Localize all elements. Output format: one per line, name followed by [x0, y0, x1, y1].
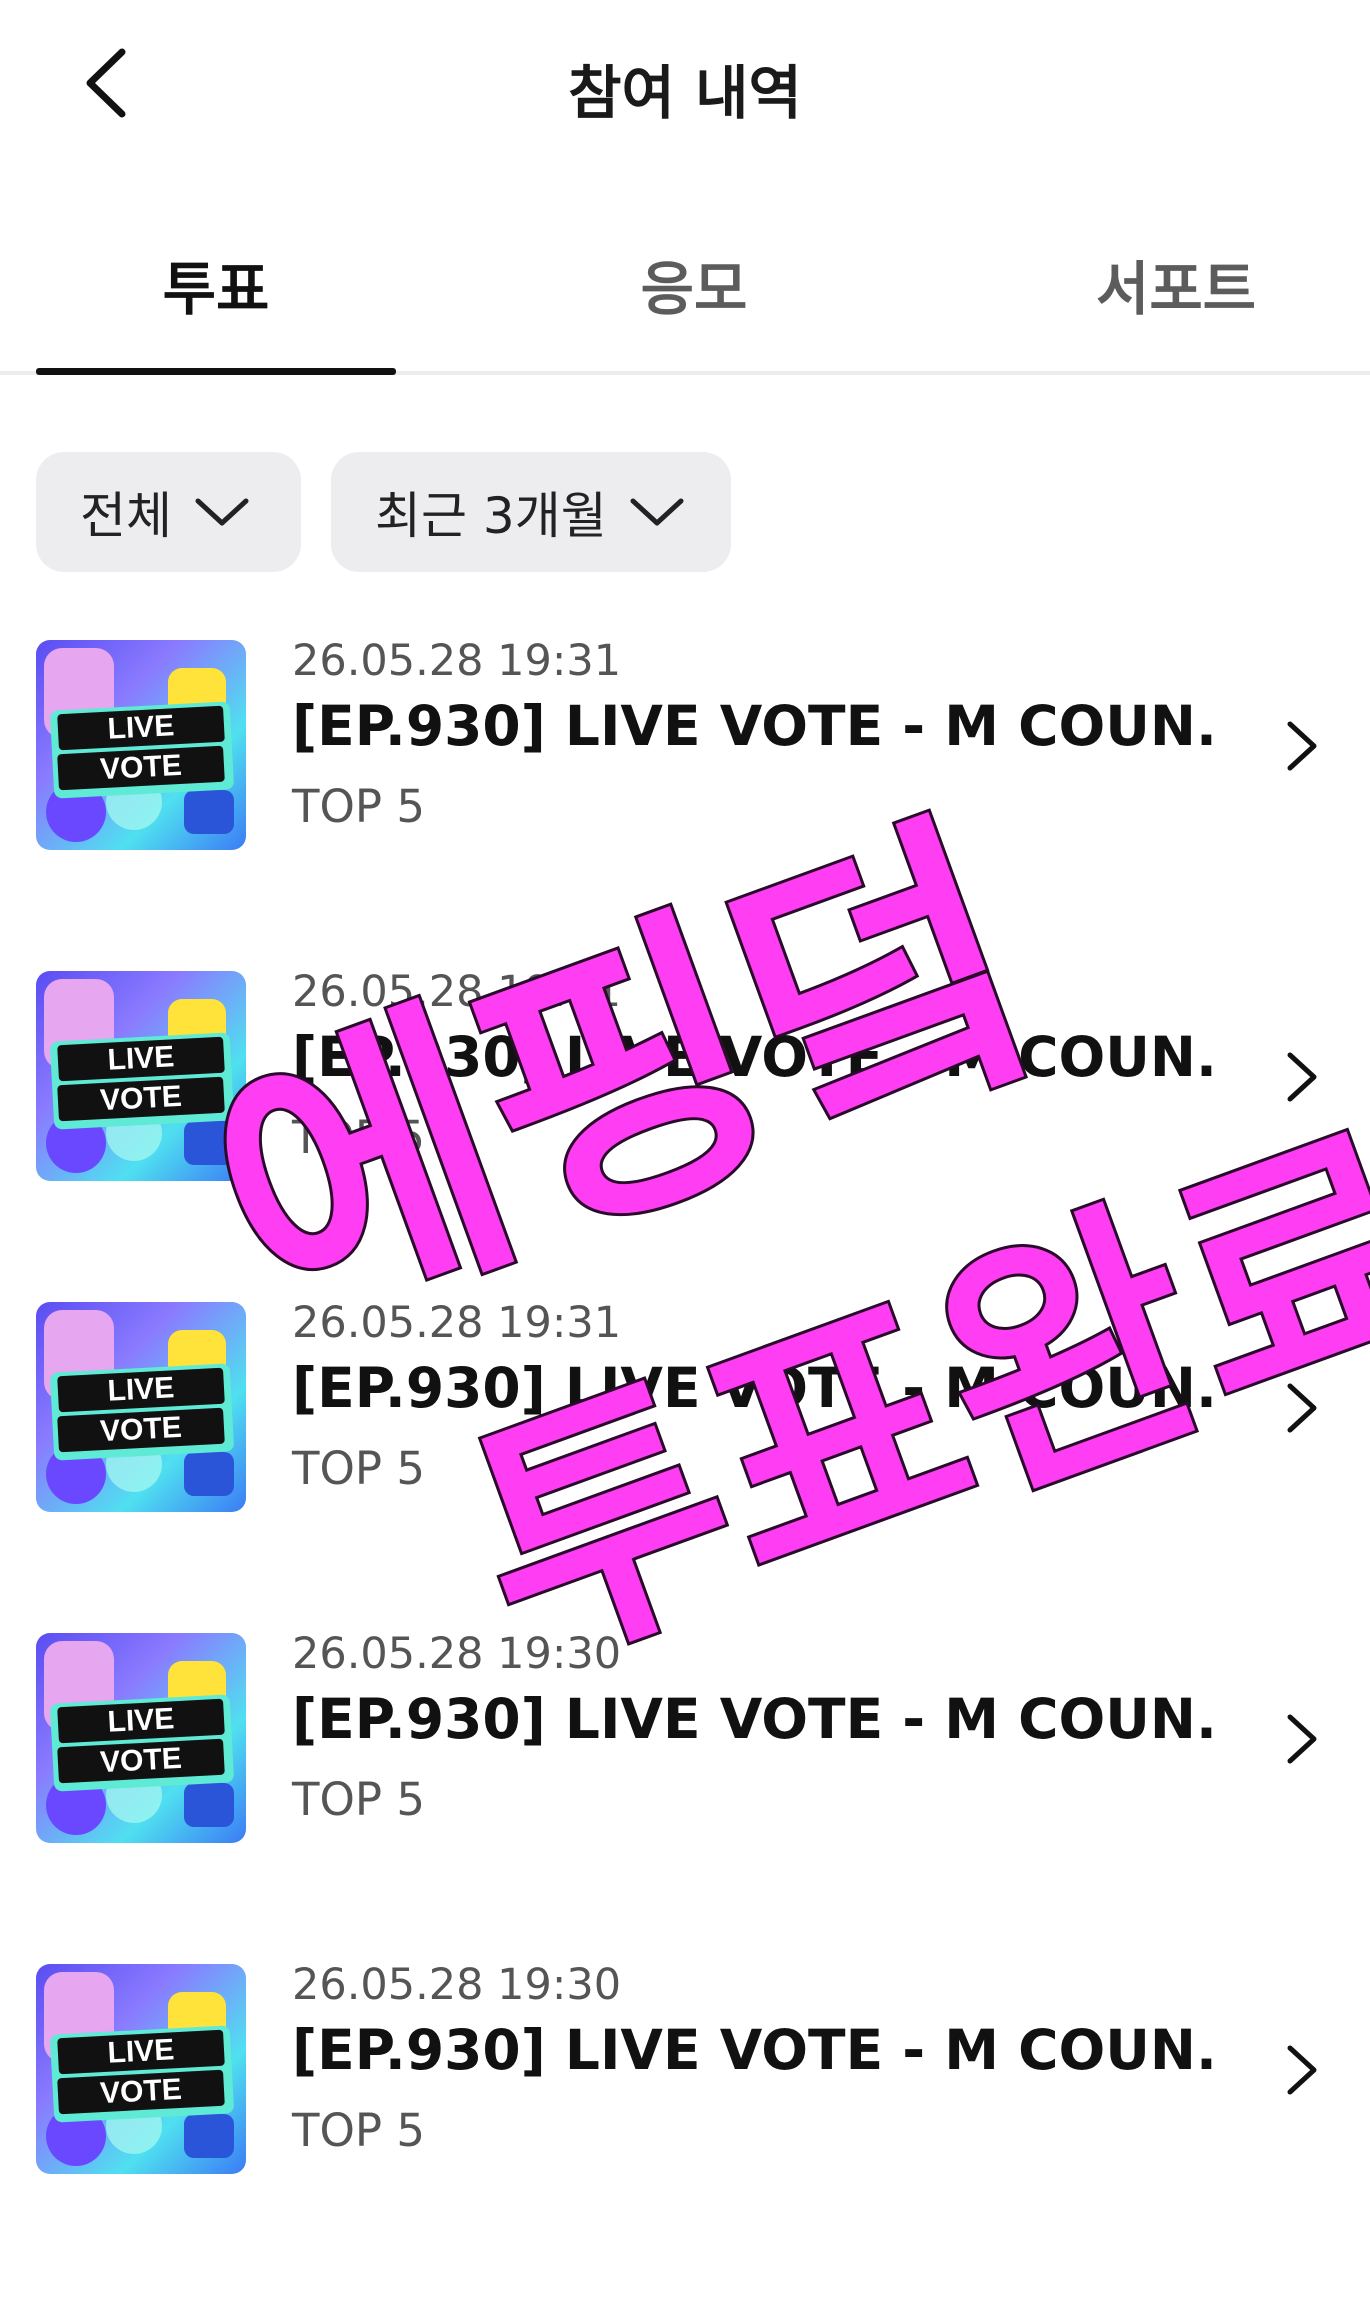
- list-item[interactable]: LIVE VOTE 26.05.28 19:30 [EP.930] LIVE V…: [0, 1954, 1370, 2244]
- filter-all-dropdown[interactable]: 전체: [36, 452, 301, 572]
- item-title: [EP.930] LIVE VOTE - M COUN...: [292, 1356, 1212, 1420]
- tab-bar: 투표 응모 서포트: [0, 220, 1370, 375]
- item-subtitle: TOP 5: [292, 780, 425, 833]
- chevron-right-icon: [1287, 721, 1317, 771]
- item-title: [EP.930] LIVE VOTE - M COUN...: [292, 694, 1212, 758]
- item-date: 26.05.28 19:31: [292, 636, 622, 686]
- list-item[interactable]: LIVE VOTE 26.05.28 19:31 [EP.930] LIVE V…: [0, 1292, 1370, 1582]
- tab-support[interactable]: 서포트: [1026, 242, 1326, 326]
- tab-entry[interactable]: 응모: [544, 242, 844, 326]
- tab-vote[interactable]: 투표: [66, 242, 366, 326]
- chevron-right-icon: [1287, 1052, 1317, 1102]
- list-item[interactable]: LIVE VOTE 26.05.28 19:31 [EP.930] LIVE V…: [0, 961, 1370, 1251]
- chevron-right-icon: [1287, 2045, 1317, 2095]
- chevron-down-icon: [630, 498, 684, 526]
- item-date: 26.05.28 19:30: [292, 1629, 622, 1679]
- filter-period-label: 최근 3개월: [375, 487, 607, 545]
- item-date: 26.05.28 19:31: [292, 1298, 622, 1348]
- active-tab-indicator: [36, 368, 396, 375]
- item-subtitle: TOP 5: [292, 1773, 425, 1826]
- item-date: 26.05.28 19:31: [292, 967, 622, 1017]
- page-title: 참여 내역: [568, 59, 802, 127]
- header: 참여 내역: [0, 0, 1370, 160]
- item-title: [EP.930] LIVE VOTE - M COUN...: [292, 1025, 1212, 1089]
- item-subtitle: TOP 5: [292, 1111, 425, 1164]
- item-subtitle: TOP 5: [292, 2104, 425, 2157]
- chevron-right-icon: [1287, 1714, 1317, 1764]
- item-title: [EP.930] LIVE VOTE - M COUN...: [292, 1687, 1212, 1751]
- live-vote-thumbnail: LIVE VOTE: [36, 1302, 246, 1512]
- chevron-right-icon: [1287, 1383, 1317, 1433]
- filter-period-dropdown[interactable]: 최근 3개월: [331, 452, 731, 572]
- item-date: 26.05.28 19:30: [292, 1960, 622, 2010]
- live-vote-thumbnail: LIVE VOTE: [36, 971, 246, 1181]
- live-vote-thumbnail: LIVE VOTE: [36, 640, 246, 850]
- list-item[interactable]: LIVE VOTE 26.05.28 19:31 [EP.930] LIVE V…: [0, 630, 1370, 920]
- live-vote-thumbnail: LIVE VOTE: [36, 1964, 246, 2174]
- filter-all-label: 전체: [80, 487, 172, 545]
- live-vote-thumbnail: LIVE VOTE: [36, 1633, 246, 1843]
- chevron-down-icon: [195, 498, 249, 526]
- item-subtitle: TOP 5: [292, 1442, 425, 1495]
- list-item[interactable]: LIVE VOTE 26.05.28 19:30 [EP.930] LIVE V…: [0, 1623, 1370, 1913]
- item-title: [EP.930] LIVE VOTE - M COUN...: [292, 2018, 1212, 2082]
